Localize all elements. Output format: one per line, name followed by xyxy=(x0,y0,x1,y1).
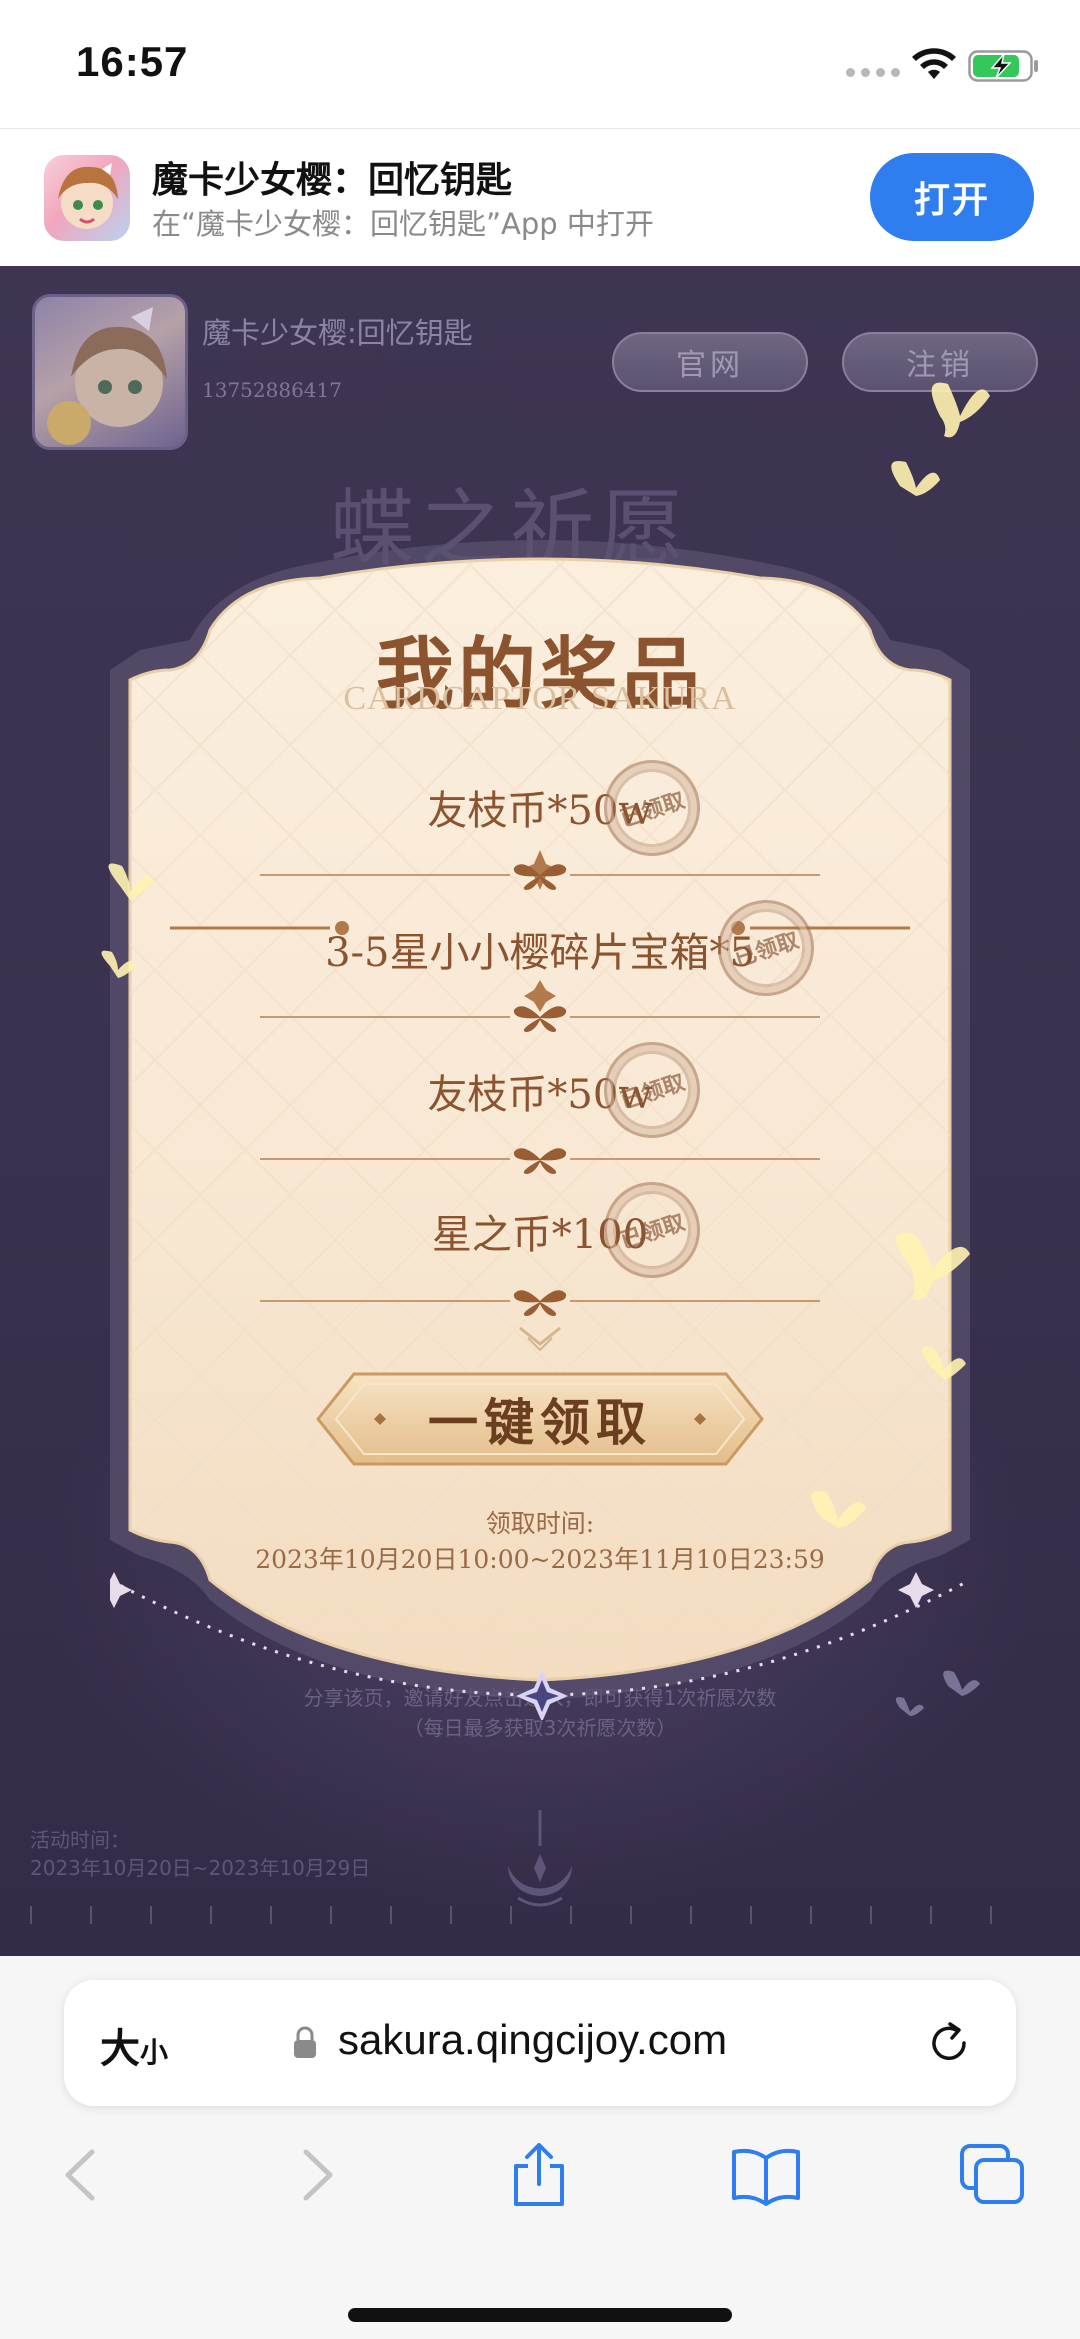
claim-time-range: 2023年10月20日10:00~2023年11月10日23:59 xyxy=(255,1545,825,1574)
official-site-button[interactable]: 官网 xyxy=(612,332,808,392)
url-text: sakura.qingcijoy.com xyxy=(338,2016,728,2063)
open-in-app-button[interactable]: 打开 xyxy=(870,153,1034,241)
prize-item-name: 友枝币*50w xyxy=(427,788,653,834)
smart-app-banner: 魔卡少女樱：回忆钥匙 在“魔卡少女樱：回忆钥匙”App 中打开 打开 xyxy=(0,128,1080,266)
text-size-large-glyph: 大 xyxy=(100,2026,140,2072)
butterfly-divider xyxy=(260,1006,820,1032)
prize-item-name: 星之币*100 xyxy=(431,1212,649,1258)
butterfly-divider xyxy=(260,1290,820,1316)
butterfly-divider xyxy=(260,864,820,890)
bookmarks-icon[interactable] xyxy=(730,2142,802,2208)
logout-button[interactable]: 注销 xyxy=(842,332,1038,392)
tabs-icon[interactable] xyxy=(958,2142,1028,2208)
browser-toolbar: 大小 sakura.qingcijoy.com xyxy=(0,1956,1080,2339)
butterfly-divider xyxy=(260,1148,820,1174)
home-indicator[interactable] xyxy=(348,2308,732,2322)
cellular-signal-icon xyxy=(846,68,900,77)
banner-app-subtitle: 在“魔卡少女樱：回忆钥匙”App 中打开 xyxy=(152,207,654,241)
user-avatar xyxy=(32,294,188,450)
back-icon[interactable] xyxy=(52,2142,114,2208)
wifi-icon xyxy=(912,48,956,79)
moon-emblem-icon xyxy=(508,1810,572,1907)
claim-all-button[interactable]: 一键领取 xyxy=(314,1364,766,1474)
share-icon[interactable] xyxy=(508,2142,570,2208)
lock-icon xyxy=(294,2026,316,2058)
reload-icon[interactable] xyxy=(926,2020,972,2066)
activity-time-label: 活动时间： xyxy=(30,1828,130,1852)
account-phone: 13752886417 xyxy=(202,378,342,402)
claim-time-label: 领取时间: xyxy=(485,1509,595,1538)
modal-subtitle: CARDCAPTOR SAKURA xyxy=(343,680,737,717)
battery-charging-icon xyxy=(968,50,1038,82)
status-bar: 16:57 xyxy=(0,0,1080,128)
web-content: 魔卡少女樱:回忆钥匙 13752886417 官网 注销 蝶之祈愿 分享该页，邀… xyxy=(0,266,1080,1956)
activity-time-range: 2023年10月20日~2023年10月29日 xyxy=(30,1856,371,1880)
chevron-down-icon xyxy=(519,1326,561,1352)
banner-app-title: 魔卡少女樱：回忆钥匙 xyxy=(152,160,513,201)
status-time: 16:57 xyxy=(76,38,189,85)
text-size-small-glyph: 小 xyxy=(140,2036,169,2069)
app-icon xyxy=(44,155,130,241)
game-name-label: 魔卡少女樱:回忆钥匙 xyxy=(202,316,473,350)
address-bar[interactable]: 大小 sakura.qingcijoy.com xyxy=(64,1980,1016,2106)
forward-icon[interactable] xyxy=(284,2142,346,2208)
text-size-button[interactable]: 大小 xyxy=(100,2016,168,2074)
claim-all-label: 一键领取 xyxy=(428,1393,652,1452)
prize-item-name: 友枝币*50w xyxy=(427,1072,653,1118)
